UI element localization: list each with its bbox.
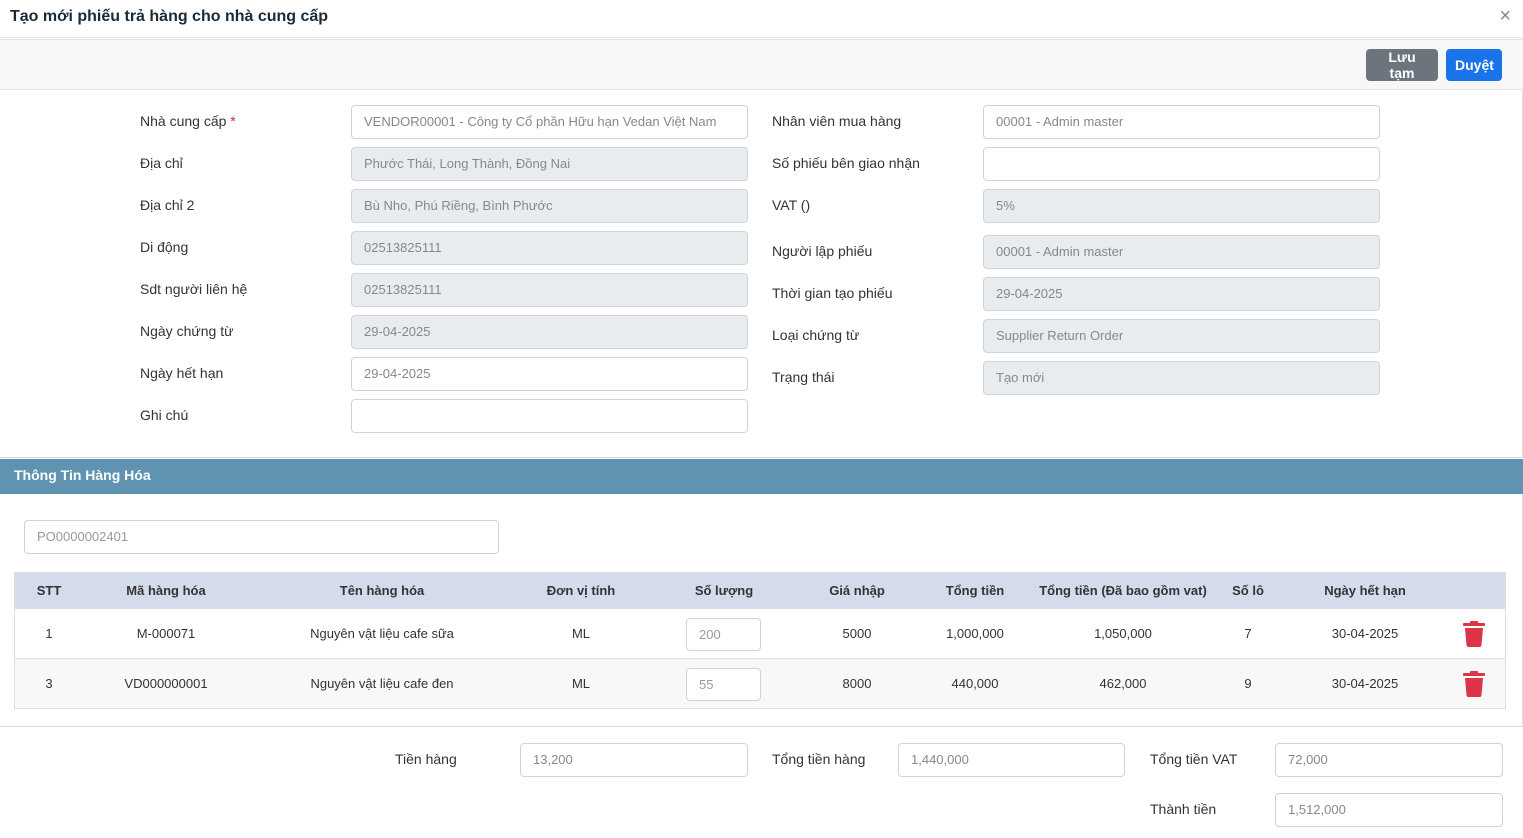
note-field[interactable] bbox=[351, 399, 748, 433]
cell-code: M-000071 bbox=[136, 626, 196, 641]
document-date-field: 29-04-2025 bbox=[351, 315, 748, 349]
address-field: Phước Thái, Long Thành, Đồng Nai bbox=[351, 147, 748, 181]
cell-unit: ML bbox=[571, 626, 591, 641]
address2-label: Địa chỉ 2 bbox=[140, 197, 195, 213]
save-draft-button[interactable]: Lưu tạm bbox=[1366, 49, 1438, 81]
mobile-label: Di động bbox=[140, 239, 189, 255]
contact-phone-field: 02513825111 bbox=[351, 273, 748, 307]
goods-amount-field: 13,200 bbox=[520, 743, 748, 777]
cell-stt: 3 bbox=[45, 676, 53, 691]
col-price: Giá nhập bbox=[829, 583, 885, 598]
quantity-input[interactable]: 55 bbox=[686, 668, 761, 701]
cell-name: Nguyên vật liệu cafe đen bbox=[310, 676, 454, 691]
col-stt: STT bbox=[36, 583, 62, 598]
trash-icon[interactable] bbox=[1463, 621, 1485, 647]
delivery-number-field[interactable] bbox=[983, 147, 1380, 181]
created-time-label: Thời gian tạo phiếu bbox=[772, 285, 893, 301]
note-label: Ghi chú bbox=[140, 407, 189, 423]
vat-field: 5% bbox=[983, 189, 1380, 223]
col-expiry: Ngày hết hạn bbox=[1324, 583, 1406, 598]
cell-total-vat: 1,050,000 bbox=[1094, 626, 1152, 641]
grand-total-label: Thành tiền bbox=[1150, 801, 1217, 817]
total-vat-field: 72,000 bbox=[1275, 743, 1503, 777]
address-label: Địa chỉ bbox=[140, 155, 183, 171]
cell-total: 1,000,000 bbox=[946, 626, 1004, 641]
supplier-label: Nhà cung cấp * bbox=[140, 113, 236, 129]
total-goods-label: Tổng tiền hàng bbox=[772, 751, 866, 767]
cell-lot: 7 bbox=[1244, 626, 1252, 641]
modal-title: Tạo mới phiếu trả hàng cho nhà cung cấp bbox=[10, 8, 329, 25]
cell-code: VD000000001 bbox=[124, 676, 208, 691]
col-total: Tổng tiền bbox=[945, 583, 1005, 598]
expiry-date-label: Ngày hết hạn bbox=[140, 365, 224, 381]
vat-label: VAT () bbox=[772, 197, 811, 213]
table-header: STT Mã hàng hóa Tên hàng hóa Đơn vị tính… bbox=[15, 573, 1505, 608]
col-qty: Số lượng bbox=[694, 583, 754, 598]
address2-field: Bù Nho, Phú Riềng, Bình Phước bbox=[351, 189, 748, 223]
table-row: 3 VD000000001 Nguyên vật liệu cafe đen M… bbox=[15, 658, 1505, 708]
document-date-label: Ngày chứng từ bbox=[140, 323, 234, 339]
toolbar: Lưu tạm Duyệt bbox=[0, 39, 1523, 90]
cell-unit: ML bbox=[571, 676, 591, 691]
cell-price: 5000 bbox=[842, 626, 872, 641]
cell-lot: 9 bbox=[1244, 676, 1252, 691]
creator-field: 00001 - Admin master bbox=[983, 235, 1380, 269]
col-unit: Đơn vị tính bbox=[546, 583, 616, 598]
delivery-number-label: Số phiếu bên giao nhận bbox=[772, 155, 920, 171]
grand-total-field: 1,512,000 bbox=[1275, 793, 1503, 827]
status-field: Tạo mới bbox=[983, 361, 1380, 395]
supplier-field[interactable]: VENDOR00001 - Công ty Cổ phần Hữu hạn Ve… bbox=[351, 105, 748, 139]
trash-icon[interactable] bbox=[1463, 671, 1485, 697]
cell-stt: 1 bbox=[45, 626, 53, 641]
goods-amount-label: Tiền hàng bbox=[395, 751, 457, 767]
table-row: 1 M-000071 Nguyên vật liệu cafe sữa ML 2… bbox=[15, 608, 1505, 658]
col-lot: Số lô bbox=[1232, 583, 1264, 598]
created-time-field: 29-04-2025 bbox=[983, 277, 1380, 311]
cell-price: 8000 bbox=[842, 676, 872, 691]
mobile-field: 02513825111 bbox=[351, 231, 748, 265]
col-name: Tên hàng hóa bbox=[339, 583, 425, 598]
purchaser-field[interactable]: 00001 - Admin master bbox=[983, 105, 1380, 139]
document-type-label: Loại chứng từ bbox=[772, 327, 860, 343]
goods-section-header: Thông Tin Hàng Hóa bbox=[0, 459, 1523, 494]
total-goods-field: 1,440,000 bbox=[898, 743, 1125, 777]
creator-label: Người lập phiếu bbox=[772, 243, 873, 259]
approve-button[interactable]: Duyệt bbox=[1446, 49, 1502, 81]
status-label: Trạng thái bbox=[772, 369, 835, 385]
modal-header: Tạo mới phiếu trả hàng cho nhà cung cấp … bbox=[0, 0, 1523, 38]
return-form bbox=[0, 90, 1523, 458]
quantity-input[interactable]: 200 bbox=[686, 618, 761, 651]
cell-total-vat: 462,000 bbox=[1099, 676, 1147, 691]
document-type-field: Supplier Return Order bbox=[983, 319, 1380, 353]
cell-name: Nguyên vật liệu cafe sữa bbox=[310, 626, 454, 641]
goods-table: STT Mã hàng hóa Tên hàng hóa Đơn vị tính… bbox=[14, 572, 1506, 709]
close-icon[interactable]: × bbox=[1499, 6, 1511, 26]
cell-expiry: 30-04-2025 bbox=[1331, 676, 1399, 691]
col-total-vat: Tổng tiền (Đã bao gồm vat) bbox=[1039, 583, 1207, 598]
col-code: Mã hàng hóa bbox=[126, 583, 206, 598]
expiry-date-field[interactable]: 29-04-2025 bbox=[351, 357, 748, 391]
contact-phone-label: Sdt người liên hệ bbox=[140, 281, 248, 297]
cell-expiry: 30-04-2025 bbox=[1331, 626, 1399, 641]
cell-total: 440,000 bbox=[951, 676, 999, 691]
po-search-input[interactable]: PO0000002401 bbox=[24, 520, 499, 554]
total-vat-label: Tổng tiền VAT bbox=[1150, 751, 1238, 767]
purchaser-label: Nhân viên mua hàng bbox=[772, 113, 902, 129]
